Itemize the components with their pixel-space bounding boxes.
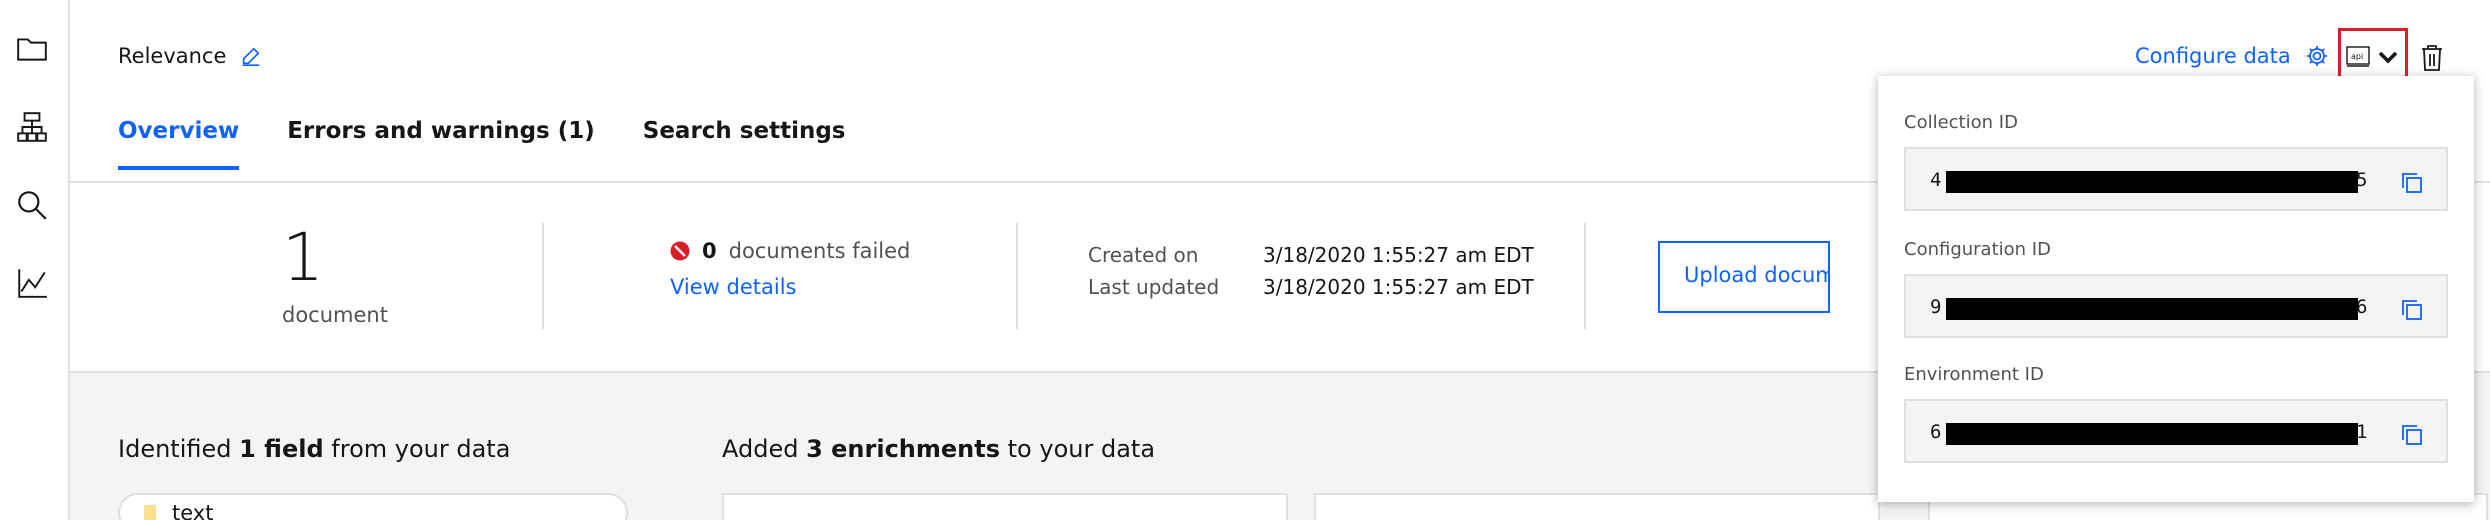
environment-id-field[interactable]: 6 1: [1904, 399, 2448, 463]
added-suffix: to your data: [1000, 435, 1156, 463]
api-info-popover: Collection ID 4 5 Configuration ID 9 6 E…: [1878, 76, 2474, 502]
tab-errors-and-warnings[interactable]: Errors and warnings (1): [287, 118, 595, 170]
field-chip-label: text: [172, 501, 214, 520]
redaction-bar: [1946, 171, 2358, 193]
configuration-id-start: 9: [1930, 296, 1942, 318]
stats-divider: [1584, 223, 1586, 329]
gear-icon: [2306, 46, 2327, 66]
folder-icon[interactable]: [13, 30, 51, 68]
identified-prefix: Identified: [118, 435, 240, 463]
upload-documents-button[interactable]: Upload documents: [1658, 241, 1830, 313]
main-content: Relevance Overview Errors and warnings (…: [70, 0, 2490, 520]
chevron-down-icon: [2378, 51, 2398, 64]
configuration-id-field[interactable]: 9 6: [1904, 274, 2448, 338]
error-icon: [670, 241, 690, 261]
redaction-bar: [1946, 298, 2358, 320]
environment-id-end: 1: [2356, 421, 2368, 443]
environment-id-label: Environment ID: [1904, 364, 2044, 385]
copy-icon[interactable]: [2400, 298, 2424, 322]
created-label: Created on: [1088, 243, 1199, 267]
configuration-id-end: 6: [2356, 296, 2368, 318]
environment-id-section: Environment ID 6 1: [1904, 364, 2448, 463]
created-value: 3/18/2020 1:55:27 am EDT: [1263, 243, 1534, 267]
configure-data-link[interactable]: Configure data: [2135, 44, 2329, 68]
failed-label: documents failed: [728, 239, 911, 263]
svg-text:api: api: [2351, 52, 2363, 61]
updated-label: Last updated: [1088, 275, 1220, 299]
configure-data-label: Configure data: [2135, 44, 2291, 68]
added-enrichments-heading: Added 3 enrichments to your data: [722, 435, 1155, 463]
updated-value: 3/18/2020 1:55:27 am EDT: [1263, 275, 1534, 299]
hierarchy-icon[interactable]: [13, 108, 51, 146]
stats-divider: [1016, 223, 1018, 329]
collection-id-field[interactable]: 4 5: [1904, 147, 2448, 211]
tab-search-settings[interactable]: Search settings: [643, 118, 846, 170]
project-title-text: Relevance: [118, 44, 227, 68]
environment-id-start: 6: [1930, 421, 1942, 443]
document-count-label: document: [282, 303, 388, 327]
search-icon[interactable]: [13, 186, 51, 224]
configuration-id-label: Configuration ID: [1904, 239, 2051, 260]
field-type-icon: [144, 505, 156, 520]
added-count: 3 enrichments: [806, 435, 1001, 463]
tab-list: Overview Errors and warnings (1) Search …: [118, 118, 846, 170]
project-title: Relevance: [118, 44, 262, 68]
copy-icon[interactable]: [2400, 423, 2424, 447]
identified-fields-heading: Identified 1 field from your data: [118, 435, 510, 463]
date-info: Created on 3/18/2020 1:55:27 am EDT Last…: [1088, 243, 1534, 307]
copy-icon[interactable]: [2400, 171, 2424, 195]
failed-count: 0: [702, 239, 717, 263]
api-icon: api: [2346, 46, 2370, 67]
failed-documents: 0 documents failed: [670, 239, 910, 263]
collection-id-label: Collection ID: [1904, 112, 2018, 133]
collection-id-section: Collection ID 4 5: [1904, 112, 2448, 211]
configuration-id-section: Configuration ID 9 6: [1904, 239, 2448, 338]
tab-overview[interactable]: Overview: [118, 118, 240, 170]
collection-id-end: 5: [2356, 169, 2368, 191]
identified-count: 1 field: [239, 435, 324, 463]
redaction-bar: [1946, 423, 2358, 445]
identified-suffix: from your data: [323, 435, 511, 463]
edit-icon[interactable]: [240, 45, 262, 67]
analytics-icon[interactable]: [13, 264, 51, 302]
document-count: 1: [282, 219, 324, 296]
left-nav-rail: [0, 0, 70, 520]
stats-divider: [542, 223, 544, 329]
trash-icon[interactable]: [2420, 44, 2444, 72]
field-chip[interactable]: text: [118, 493, 628, 520]
added-prefix: Added: [722, 435, 807, 463]
enrichment-card[interactable]: [722, 493, 1288, 520]
collection-id-start: 4: [1930, 169, 1942, 191]
view-details-link[interactable]: View details: [670, 275, 796, 299]
enrichment-card[interactable]: [1314, 493, 1880, 520]
